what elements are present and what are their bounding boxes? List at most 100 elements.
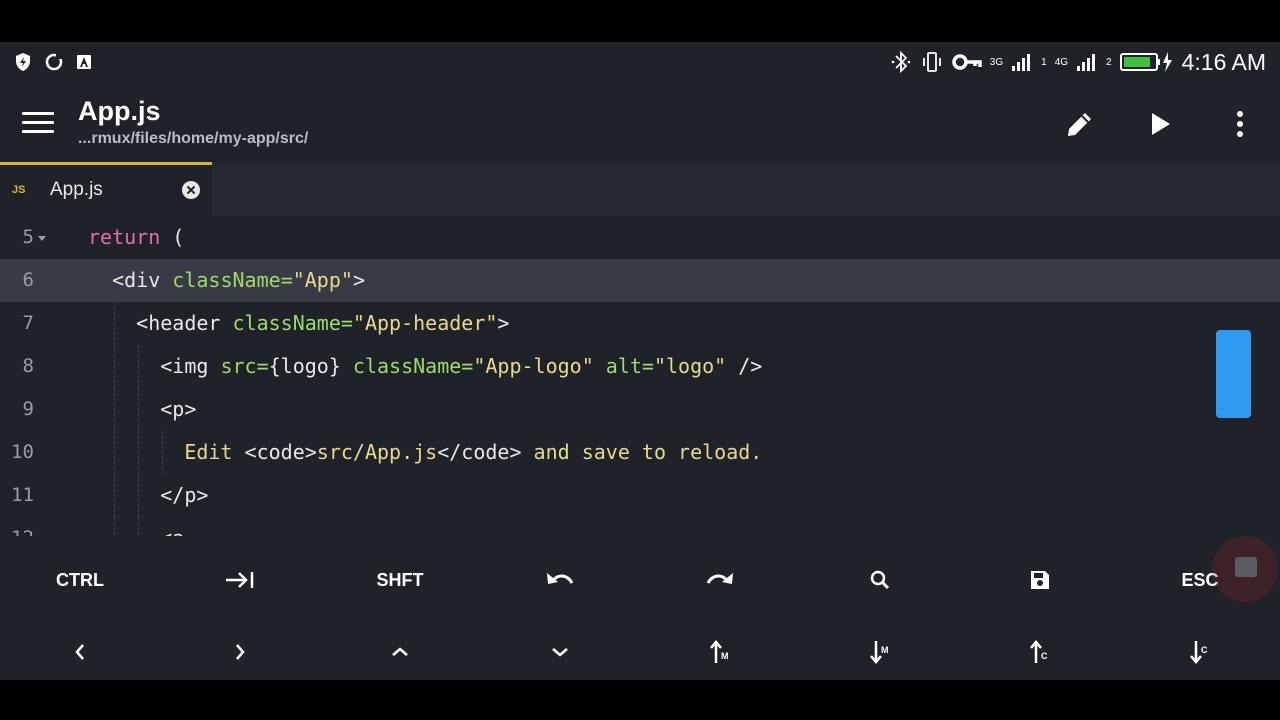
- indent-guide: [114, 517, 116, 536]
- code-token: className=: [172, 268, 293, 292]
- code-line[interactable]: 10 Edit <code>src/App.js</code> and save …: [0, 431, 1280, 474]
- extra-keys-bar: CTRL SHFT ESC M M C C: [0, 536, 1280, 680]
- key-right-button[interactable]: [160, 616, 320, 680]
- tab-label: App.js: [50, 179, 103, 200]
- tab-app-js[interactable]: JS App.js: [0, 162, 212, 216]
- key-move-line-up-button[interactable]: M: [640, 616, 800, 680]
- indent-guide: [114, 345, 116, 388]
- code-token: src/App.js: [316, 440, 438, 464]
- code-editor[interactable]: 12 <a 11 </p> 10 Edit <code>src/App.js</code>…: [0, 216, 1280, 536]
- scrollbar-thumb[interactable]: [1216, 330, 1251, 418]
- code-token: >: [497, 311, 510, 335]
- bluetooth-icon: [891, 50, 911, 74]
- indent-guide: [114, 302, 116, 345]
- code-line[interactable]: 9 <p>: [0, 388, 1280, 431]
- down-icon: [552, 648, 568, 657]
- key-move-line-down-button[interactable]: M: [800, 616, 960, 680]
- more-vert-icon: [1237, 111, 1243, 137]
- save-icon: [1031, 571, 1049, 589]
- vpn-key-icon: [952, 54, 982, 70]
- line-number: 10: [11, 441, 34, 463]
- code-line[interactable]: 6 <div className="App">: [0, 259, 1280, 302]
- code-token: return: [88, 225, 161, 249]
- code-line[interactable]: 12 <a: [0, 517, 1280, 536]
- line-number: 8: [22, 355, 34, 377]
- key-search-button[interactable]: [800, 544, 960, 616]
- phone-screen: 3G 1 4G 2 4:16 AM App.js ...rmux/files/h…: [0, 42, 1280, 680]
- code-token: <header: [136, 311, 233, 335]
- move-line-up-icon: M: [710, 640, 729, 663]
- close-tab-icon[interactable]: [182, 181, 200, 199]
- svg-text:C: C: [1041, 651, 1048, 661]
- key-redo-button[interactable]: [640, 544, 800, 616]
- code-line[interactable]: 7 <header className="App-header">: [0, 302, 1280, 345]
- svg-text:M: M: [881, 645, 889, 655]
- battery-charging-icon: [1119, 52, 1172, 72]
- code-token: </p>: [160, 483, 209, 507]
- code-token: className=: [352, 354, 474, 378]
- code-token: alt=: [605, 354, 654, 378]
- indent-guide: [138, 517, 140, 536]
- key-up-button[interactable]: [320, 616, 480, 680]
- sim-slot-2: 2: [1106, 56, 1112, 68]
- key-save-button[interactable]: [960, 544, 1120, 616]
- right-icon: [236, 644, 245, 660]
- shield-icon: [16, 53, 30, 71]
- code-token: <code>: [244, 440, 317, 464]
- code-token: and save to reload.: [521, 440, 763, 464]
- code-token: <p>: [160, 397, 197, 421]
- key-down-button[interactable]: [480, 616, 640, 680]
- key-copy-line-up-button[interactable]: C: [960, 616, 1120, 680]
- run-button[interactable]: [1142, 106, 1178, 142]
- app-bar-actions: [1062, 106, 1258, 142]
- copy-line-down-icon: C: [1190, 641, 1208, 664]
- code-line[interactable]: 11 </p>: [0, 474, 1280, 517]
- code-token: (: [160, 225, 185, 249]
- overflow-menu-button[interactable]: [1222, 106, 1258, 142]
- key-tab-button[interactable]: [160, 544, 320, 616]
- key-shft-button[interactable]: SHFT: [320, 544, 480, 616]
- up-icon: [392, 647, 408, 656]
- status-bar: 3G 1 4G 2 4:16 AM: [0, 42, 1280, 82]
- undo-icon: [547, 573, 574, 584]
- signal-icon-2: [1077, 54, 1096, 71]
- indent-guide: [162, 431, 164, 474]
- fold-arrow-icon[interactable]: [38, 236, 46, 241]
- code-token: Edit: [184, 440, 245, 464]
- signal-icon-1: [1012, 54, 1031, 71]
- sync-icon: [45, 53, 63, 71]
- code-token: "App-logo": [473, 354, 606, 378]
- line-number: 6: [22, 269, 34, 291]
- key-ctrl-button[interactable]: CTRL: [0, 544, 160, 616]
- code-token: />: [726, 354, 763, 378]
- letterbox-bottom: [0, 680, 1280, 720]
- code-line[interactable]: 8 <img src={logo} className="App-logo" al…: [0, 345, 1280, 388]
- floating-action-button[interactable]: [1212, 536, 1278, 602]
- indent-guide: [114, 431, 116, 474]
- code-token: "App": [292, 268, 353, 292]
- move-line-down-icon: M: [870, 641, 889, 664]
- status-right-icons: 3G 1 4G 2 4:16 AM: [890, 48, 1266, 76]
- code-text: Edit <code>src/App.js</code> and save to…: [184, 431, 762, 474]
- indent-guide: [114, 474, 116, 517]
- code-token: <div: [112, 268, 173, 292]
- line-number: 7: [22, 312, 34, 334]
- code-text: return (: [88, 216, 184, 259]
- svg-text:C: C: [1201, 645, 1208, 655]
- code-text: <p>: [160, 388, 196, 431]
- code-token: src=: [220, 354, 269, 378]
- left-icon: [75, 644, 84, 660]
- js-file-icon: JS: [12, 184, 26, 196]
- edit-button[interactable]: [1062, 106, 1098, 142]
- file-path: ...rmux/files/home/my-app/src/: [78, 130, 309, 147]
- key-left-button[interactable]: [0, 616, 160, 680]
- code-text: <img src={logo} className="App-logo" alt…: [160, 345, 762, 388]
- redo-icon: [706, 573, 733, 584]
- menu-icon[interactable]: [22, 112, 54, 136]
- code-line[interactable]: 5 return (: [0, 216, 1280, 259]
- network-type-2: 4G: [1054, 56, 1069, 68]
- key-copy-line-down-button[interactable]: C: [1120, 616, 1280, 680]
- code-token: className=: [232, 311, 353, 335]
- code-text: </p>: [160, 474, 208, 517]
- key-undo-button[interactable]: [480, 544, 640, 616]
